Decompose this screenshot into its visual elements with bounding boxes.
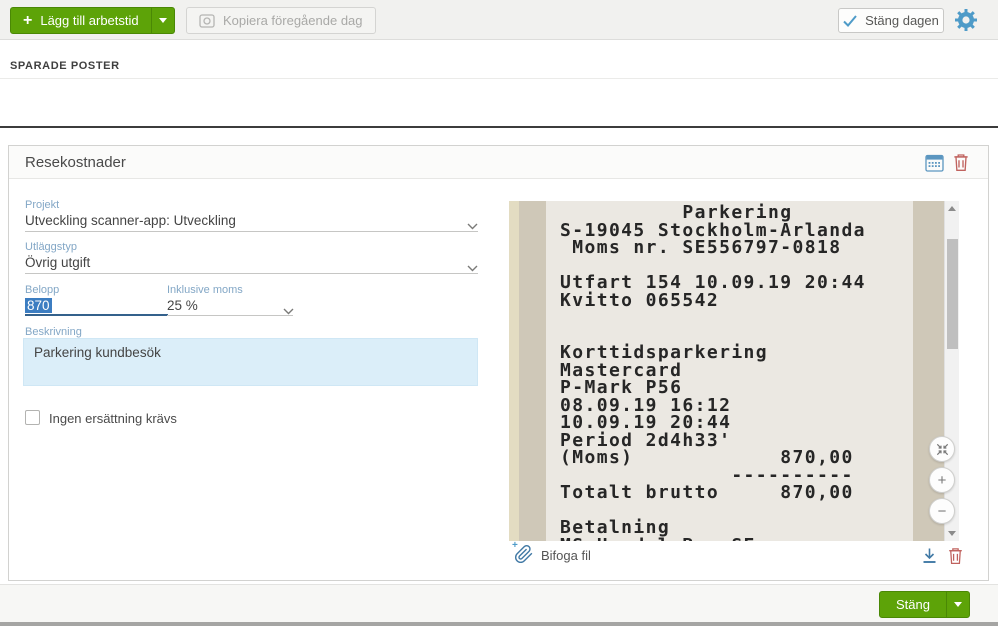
- attach-plus-icon: +: [512, 540, 518, 551]
- delete-expense-icon[interactable]: [953, 153, 969, 177]
- saved-entry-row: Utveckling scanner-app: Underfas Konsult…: [0, 78, 998, 128]
- copy-previous-day-label: Kopiera föregående dag: [223, 13, 363, 28]
- receipt-text: Parkering S-19045 Stockholm-Arlanda Moms…: [546, 201, 913, 541]
- download-attachment-icon[interactable]: [922, 547, 937, 569]
- amount-label: Belopp: [25, 284, 59, 296]
- close-dropdown[interactable]: [946, 592, 969, 617]
- scrollbar-thumb[interactable]: [947, 239, 958, 349]
- expense-type-select[interactable]: Övrig utgift: [25, 255, 90, 270]
- project-select[interactable]: Utveckling scanner-app: Utveckling: [25, 213, 236, 228]
- checkmark-icon: [843, 15, 857, 27]
- copy-previous-day-button[interactable]: Kopiera föregående dag: [186, 7, 376, 34]
- vat-chevron-icon[interactable]: [283, 302, 294, 320]
- chevron-down-icon: [954, 602, 962, 607]
- vat-select[interactable]: 25 %: [167, 298, 198, 313]
- close-day-button[interactable]: Stäng dagen: [838, 8, 944, 33]
- zoom-out-button[interactable]: −: [929, 498, 955, 524]
- no-reimbursement-label: Ingen ersättning krävs: [49, 411, 177, 426]
- project-chevron-icon[interactable]: [467, 217, 478, 235]
- add-worktime-label: Lägg till arbetstid: [40, 13, 138, 28]
- panel-title: Resekostnader: [25, 154, 126, 171]
- panel-header: Resekostnader: [9, 146, 988, 179]
- attach-file-paperclip-icon[interactable]: +: [514, 544, 538, 568]
- project-label: Projekt: [25, 199, 59, 211]
- zoom-in-button[interactable]: +: [929, 467, 955, 493]
- attachment-bar: + Bifoga fil: [509, 544, 967, 568]
- description-textarea[interactable]: Parkering kundbesök: [23, 338, 478, 386]
- scroll-up-icon[interactable]: [948, 206, 956, 211]
- close-button[interactable]: Stäng: [879, 591, 970, 618]
- fit-to-view-button[interactable]: [929, 436, 955, 462]
- receipt-paper: Parkering S-19045 Stockholm-Arlanda Moms…: [546, 201, 913, 541]
- description-label: Beskrivning: [25, 326, 82, 338]
- footer-bar: Stäng: [0, 584, 998, 622]
- window-bottom-edge: [0, 622, 998, 626]
- travel-expense-panel: Resekostnader Projekt Utveckling sca: [8, 145, 989, 581]
- timesheet-expense-page: + Lägg till arbetstid Kopiera föregående…: [0, 0, 998, 626]
- vat-underline: [167, 315, 293, 316]
- receipt-image-viewer[interactable]: Parkering S-19045 Stockholm-Arlanda Moms…: [509, 201, 959, 541]
- copy-day-icon: [199, 14, 215, 28]
- expense-type-chevron-icon[interactable]: [467, 259, 478, 277]
- vat-label: Inklusive moms: [167, 284, 243, 296]
- expense-type-label: Utläggstyp: [25, 241, 77, 253]
- scroll-down-icon[interactable]: [948, 531, 956, 536]
- no-reimbursement-checkbox[interactable]: [25, 410, 40, 425]
- saved-posts-heading: SPARADE POSTER: [10, 60, 120, 72]
- receipt-photo-edge: [509, 201, 519, 541]
- amount-selected-text: 870: [25, 298, 52, 313]
- close-label: Stäng: [896, 597, 930, 612]
- add-worktime-dropdown[interactable]: [151, 8, 174, 33]
- expense-type-underline: [25, 273, 478, 274]
- attach-file-link[interactable]: Bifoga fil: [541, 548, 591, 563]
- close-button-main[interactable]: Stäng: [880, 592, 946, 617]
- amount-input[interactable]: 870: [25, 298, 52, 313]
- delete-attachment-icon[interactable]: [948, 547, 963, 570]
- add-worktime-button[interactable]: + Lägg till arbetstid: [10, 7, 175, 34]
- top-toolbar: + Lägg till arbetstid Kopiera föregående…: [0, 0, 998, 40]
- close-day-label: Stäng dagen: [865, 13, 939, 28]
- add-worktime-main[interactable]: + Lägg till arbetstid: [11, 8, 151, 33]
- plus-icon: +: [23, 13, 32, 29]
- settings-gear-icon[interactable]: [954, 8, 978, 32]
- amount-focus-underline: [25, 314, 168, 316]
- calendar-icon[interactable]: [925, 153, 944, 177]
- project-underline: [25, 231, 478, 232]
- chevron-down-icon: [159, 18, 167, 23]
